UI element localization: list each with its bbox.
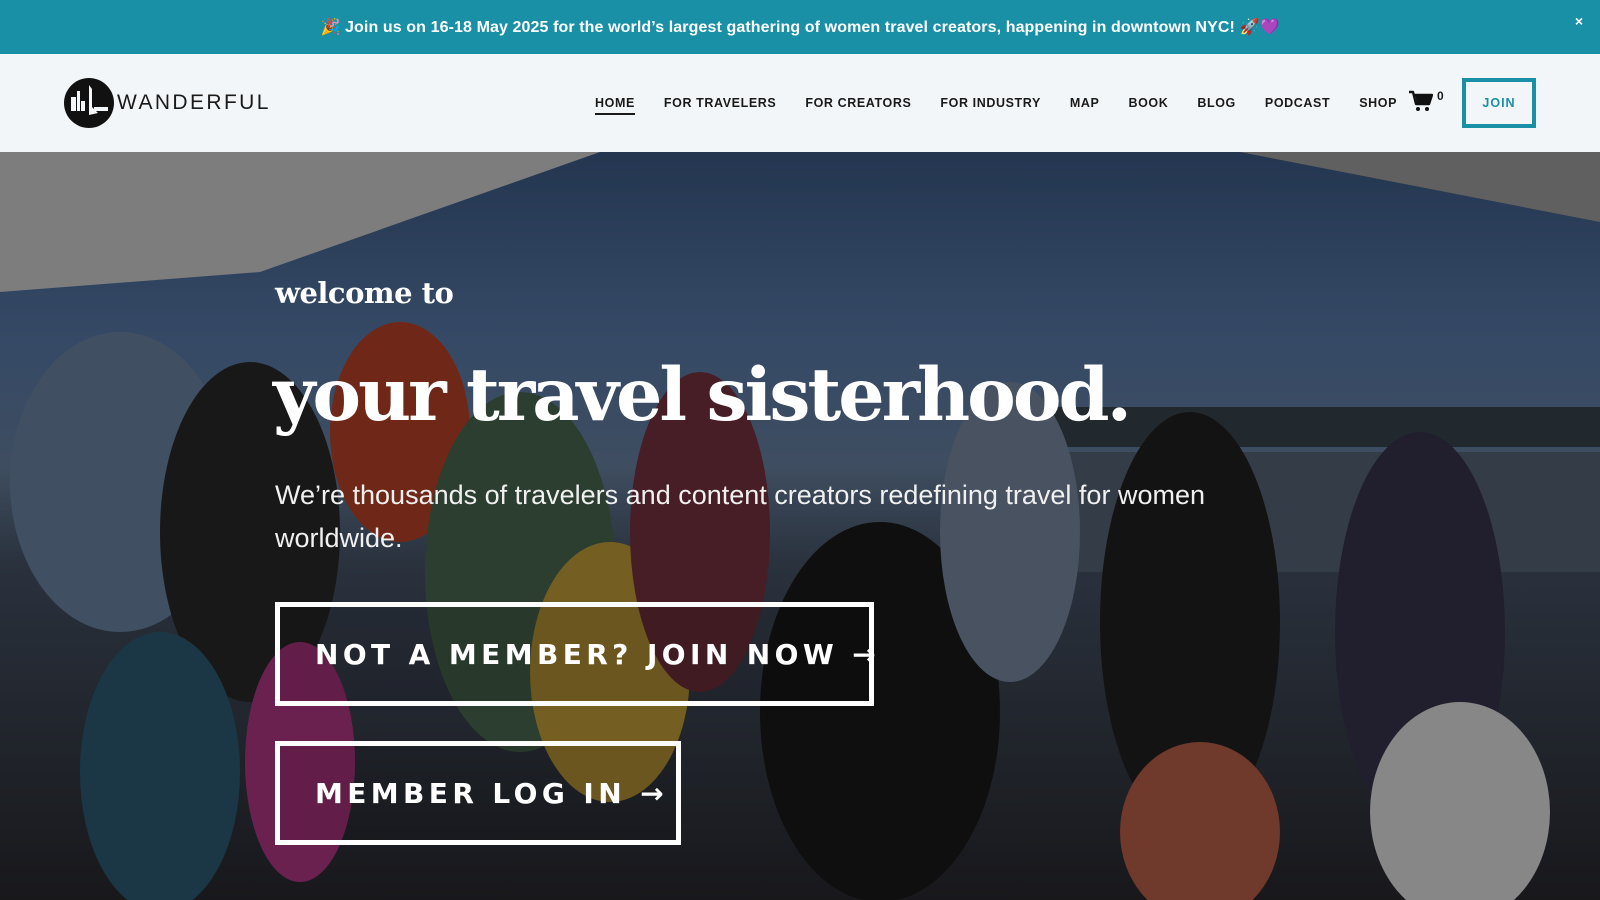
join-now-button[interactable]: NOT A MEMBER? JOIN NOW →: [275, 602, 876, 706]
announcement-text[interactable]: 🎉 Join us on 16-18 May 2025 for the worl…: [320, 17, 1279, 37]
member-login-button[interactable]: MEMBER LOG IN →: [275, 741, 681, 845]
hero-headline: your travel sisterhood.: [273, 352, 1135, 438]
cart-count: 0: [1437, 89, 1444, 103]
member-login-label: MEMBER LOG IN →: [315, 776, 669, 810]
nav-home[interactable]: HOME: [595, 96, 635, 115]
nav-for-travelers[interactable]: FOR TRAVELERS: [664, 96, 776, 110]
headline-accent-word: sisterhood: [698, 352, 1135, 438]
join-now-label: NOT A MEMBER? JOIN NOW →: [315, 637, 881, 671]
site-header: WANDERFUL HOME FOR TRAVELERS FOR CREATOR…: [0, 54, 1600, 152]
headline-period: .: [1106, 352, 1132, 438]
city-skyline-logo-icon: [64, 78, 114, 128]
hero-section: welcome to your travel sisterhood. We’re…: [0, 152, 1600, 900]
nav-map[interactable]: MAP: [1070, 96, 1100, 110]
close-icon[interactable]: ×: [1570, 12, 1588, 30]
announcement-bar: 🎉 Join us on 16-18 May 2025 for the worl…: [0, 0, 1600, 54]
shopping-cart-icon: [1409, 90, 1433, 111]
site-logo[interactable]: WANDERFUL: [63, 77, 271, 129]
hero-content: welcome to your travel sisterhood. We’re…: [273, 152, 1375, 900]
headline-text: your travel: [273, 352, 707, 438]
cart-button[interactable]: 0: [1408, 89, 1444, 112]
nav-for-creators[interactable]: FOR CREATORS: [805, 96, 911, 110]
nav-book[interactable]: BOOK: [1128, 96, 1168, 110]
join-button[interactable]: JOIN: [1462, 78, 1536, 128]
nav-shop[interactable]: SHOP: [1359, 96, 1397, 110]
nav-for-industry[interactable]: FOR INDUSTRY: [940, 96, 1041, 110]
hero-welcome: welcome to: [275, 276, 454, 310]
nav-podcast[interactable]: PODCAST: [1265, 96, 1330, 110]
logo-wordmark: WANDERFUL: [117, 91, 271, 114]
main-nav: HOME FOR TRAVELERS FOR CREATORS FOR INDU…: [595, 54, 1426, 152]
hero-subtext: We’re thousands of travelers and content…: [275, 480, 1205, 553]
nav-blog[interactable]: BLOG: [1197, 96, 1236, 110]
